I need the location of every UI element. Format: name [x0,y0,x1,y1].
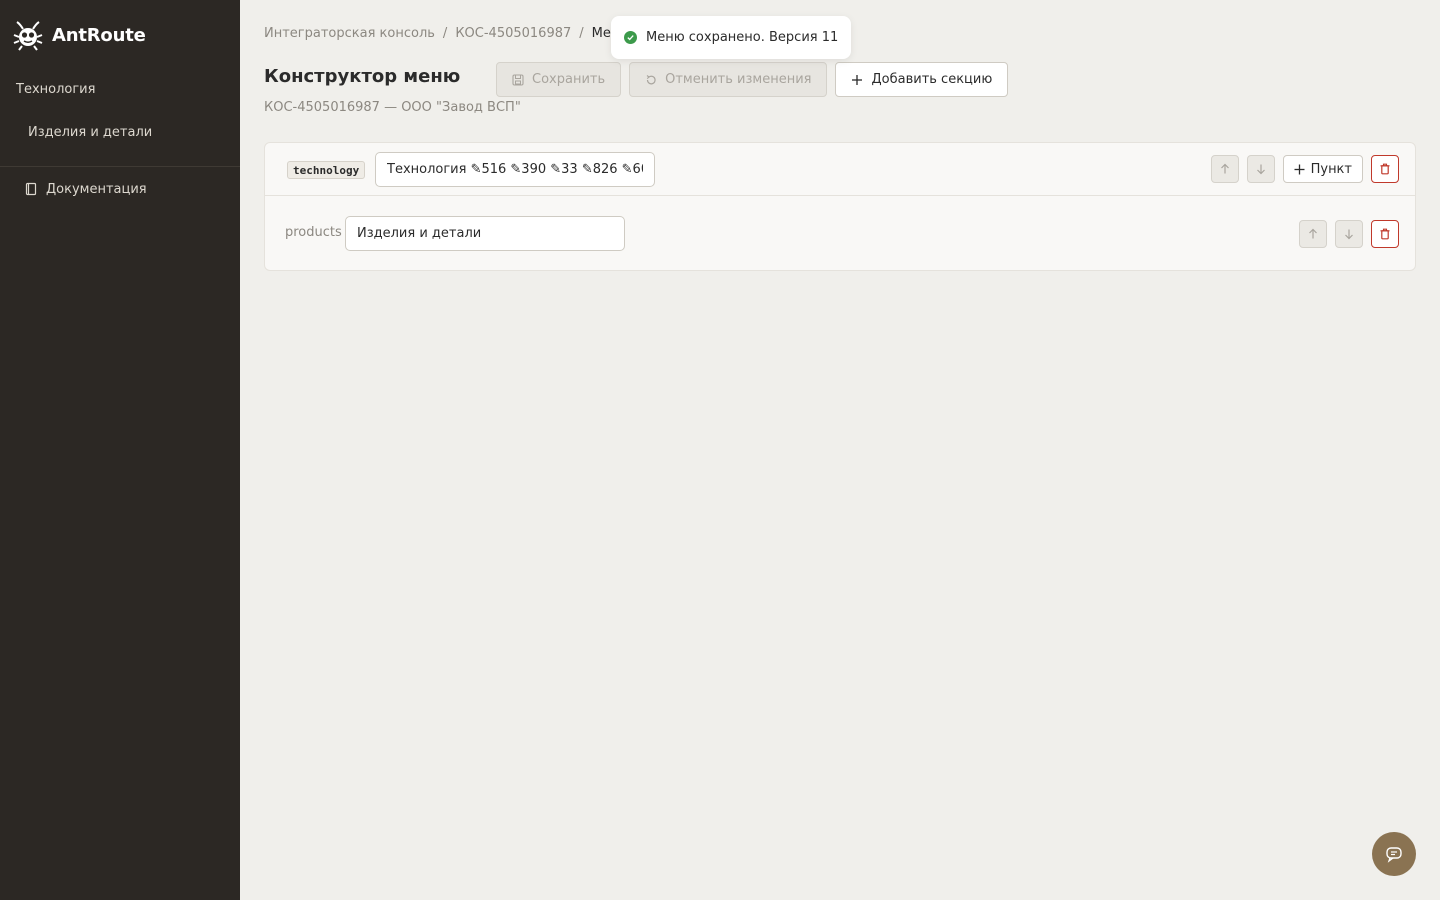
document-icon [24,182,38,196]
arrow-up-icon [1220,163,1229,174]
menu-section-card: technology Пункт [264,142,1416,271]
sidebar-item-documentation[interactable]: Документация [0,167,240,211]
arrow-down-icon [1345,229,1353,240]
save-button-label: Сохранить [532,72,606,87]
item-key-label: products [285,225,342,240]
move-down-button[interactable] [1246,155,1275,183]
breadcrumb-item-org[interactable]: КОС-4505016987 [455,26,571,41]
success-toast: Меню сохранено. Версия 11 [611,16,852,59]
add-section-button-label: Добавить секцию [871,72,993,87]
item-actions [1299,196,1399,272]
ant-logo-icon [12,19,44,51]
chat-icon [1386,847,1402,863]
menu-section-row: technology Пункт [265,143,1415,196]
sidebar-section-technology[interactable]: Технология [0,70,240,110]
sidebar-item-documentation-label: Документация [46,181,147,197]
brand[interactable]: AntRoute [0,0,240,70]
sidebar: AntRoute Технология Изделия и детали Док… [0,0,240,900]
add-item-button[interactable]: Пункт [1282,155,1363,183]
section-actions: Пункт [1210,143,1399,195]
brand-name: AntRoute [52,24,146,46]
toast-message: Меню сохранено. Версия 11 [646,30,839,45]
breadcrumb-separator: / [442,26,448,41]
save-icon [512,73,524,86]
check-circle-icon [624,31,637,44]
plus-icon [851,74,863,86]
arrow-down-icon [1256,164,1265,175]
arrow-up-icon [1309,228,1317,239]
section-key-tag: technology [287,161,366,179]
add-item-button-label: Пункт [1310,161,1352,177]
delete-section-button[interactable] [1371,155,1399,183]
undo-icon [645,74,657,86]
plus-icon [1294,164,1305,175]
menu-item-row: products [265,196,1415,272]
trash-icon [1380,228,1390,240]
move-up-button[interactable] [1210,155,1239,183]
breadcrumb-item-console[interactable]: Интеграторская консоль [264,26,435,41]
item-move-down-button[interactable] [1335,220,1363,248]
trash-icon [1380,163,1390,175]
revert-changes-button[interactable]: Отменить изменения [629,62,828,97]
sidebar-item-products[interactable]: Изделия и детали [0,110,240,154]
item-move-up-button[interactable] [1299,220,1327,248]
revert-changes-button-label: Отменить изменения [665,72,812,87]
page-title: Конструктор меню [264,66,461,87]
item-title-input[interactable] [345,216,625,251]
delete-item-button[interactable] [1371,220,1399,248]
add-section-button[interactable]: Добавить секцию [835,62,1009,97]
section-title-input[interactable] [375,152,655,187]
breadcrumb: Интеграторская консоль/КОС-4505016987/Ме… [264,26,630,41]
breadcrumb-separator: / [579,26,584,41]
chat-button[interactable] [1372,832,1416,876]
save-button[interactable]: Сохранить [496,62,622,97]
page-subtitle: КОС-4505016987 — ООО "Завод ВСП" [264,100,521,115]
toolbar: Сохранить Отменить изменения Добавить се… [496,62,1009,97]
